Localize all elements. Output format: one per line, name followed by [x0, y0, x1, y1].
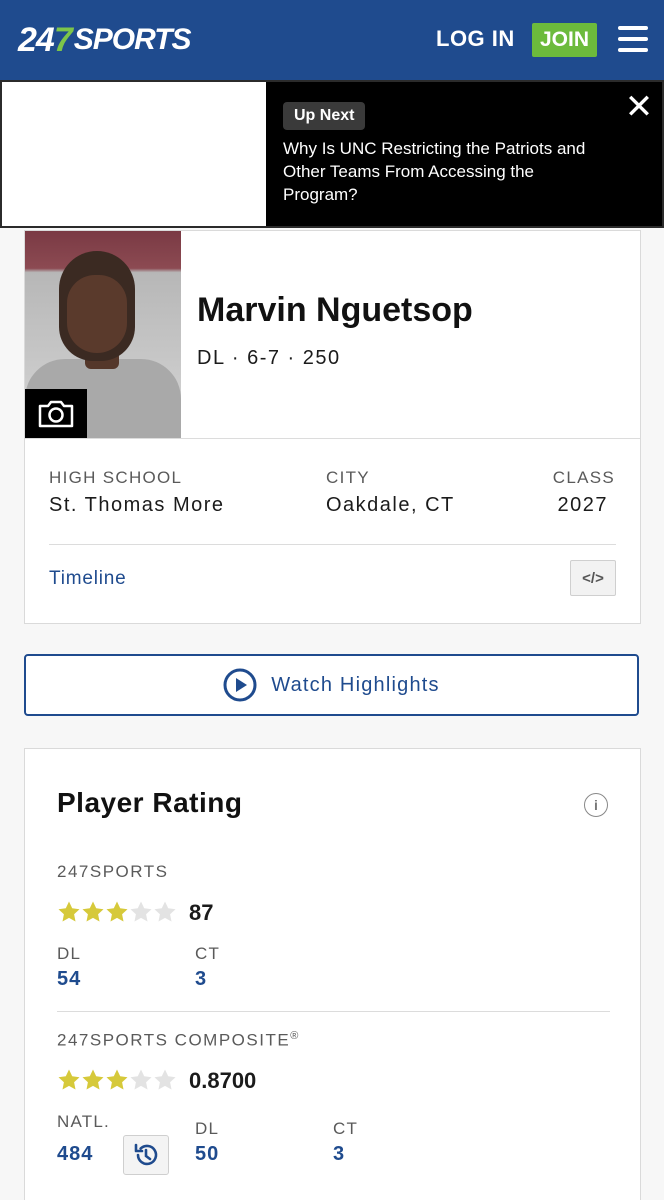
247sports-rating-label: 247SPORTS — [57, 862, 169, 881]
composite-score: 0.8700 — [189, 1068, 257, 1093]
play-circle-icon — [223, 668, 257, 702]
up-next-badge: Up Next — [283, 102, 366, 130]
filled-star-icon — [82, 1069, 104, 1090]
city-value: Oakdale, CT — [326, 494, 455, 516]
high-school-value[interactable]: St. Thomas More — [49, 494, 225, 517]
top-navigation-bar: 247 SPORTS LOG IN JOIN — [0, 0, 664, 80]
divider — [49, 544, 616, 545]
up-next-headline[interactable]: Why Is UNC Restricting the Patriots and … — [283, 137, 603, 206]
state-rank-label: CT — [195, 944, 221, 963]
player-rating-card: Player Rating i 247SPORTS 87 DL 54 CT 3 … — [24, 748, 641, 1200]
state-rank-label: CT — [333, 1119, 359, 1138]
state-rank-value[interactable]: 3 — [333, 1143, 345, 1166]
player-photo[interactable] — [25, 231, 181, 438]
247sports-logo[interactable]: 247 SPORTS — [18, 18, 192, 62]
divider — [57, 1011, 610, 1012]
camera-icon[interactable] — [25, 389, 87, 438]
state-rank-value[interactable]: 3 — [195, 968, 207, 991]
composite-rating-label: 247SPORTS COMPOSITE® — [57, 1030, 300, 1050]
player-position-size: DL · 6-7 · 250 — [197, 347, 341, 369]
filled-star-icon — [106, 901, 128, 922]
247sports-star-rating — [57, 900, 177, 924]
video-player-area[interactable] — [2, 82, 266, 226]
watch-highlights-label: Watch Highlights — [271, 673, 440, 696]
national-rank-label: NATL. — [57, 1112, 110, 1131]
history-icon[interactable] — [123, 1135, 169, 1175]
filled-star-icon — [58, 1069, 80, 1090]
high-school-label: HIGH SCHOOL — [49, 468, 183, 487]
position-rank-value[interactable]: 50 — [195, 1143, 219, 1166]
divider — [25, 438, 640, 439]
position-rank-label: DL — [195, 1119, 220, 1138]
filled-star-icon — [82, 901, 104, 922]
player-name: Marvin Nguetsop — [197, 291, 473, 329]
close-icon[interactable]: ✕ — [624, 90, 654, 124]
empty-star-icon — [154, 1069, 176, 1090]
player-rating-title: Player Rating — [57, 787, 243, 818]
player-profile-card: Marvin Nguetsop DL · 6-7 · 250 HIGH SCHO… — [24, 230, 641, 624]
join-button[interactable]: JOIN — [532, 23, 597, 57]
logo-word: SPORTS — [73, 23, 192, 56]
empty-star-icon — [130, 1069, 152, 1090]
filled-star-icon — [58, 901, 80, 922]
empty-star-icon — [130, 901, 152, 922]
info-icon[interactable]: i — [584, 793, 608, 817]
up-next-banner: Up Next Why Is UNC Restricting the Patri… — [0, 80, 664, 228]
timeline-link[interactable]: Timeline — [49, 568, 127, 590]
login-link[interactable]: LOG IN — [436, 26, 515, 52]
filled-star-icon — [106, 1069, 128, 1090]
embed-code-icon[interactable]: </> — [570, 560, 616, 596]
national-rank-value[interactable]: 484 — [57, 1143, 93, 1166]
watch-highlights-button[interactable]: Watch Highlights — [24, 654, 639, 716]
position-rank-value[interactable]: 54 — [57, 968, 81, 991]
class-label: CLASS — [552, 468, 615, 487]
logo-number: 247 — [18, 20, 73, 59]
composite-star-rating — [57, 1068, 177, 1092]
city-label: CITY — [326, 468, 370, 487]
247sports-score: 87 — [189, 900, 214, 925]
position-rank-label: DL — [57, 944, 82, 963]
class-value: 2027 — [557, 494, 608, 516]
empty-star-icon — [154, 901, 176, 922]
hamburger-menu-icon[interactable] — [618, 26, 648, 52]
